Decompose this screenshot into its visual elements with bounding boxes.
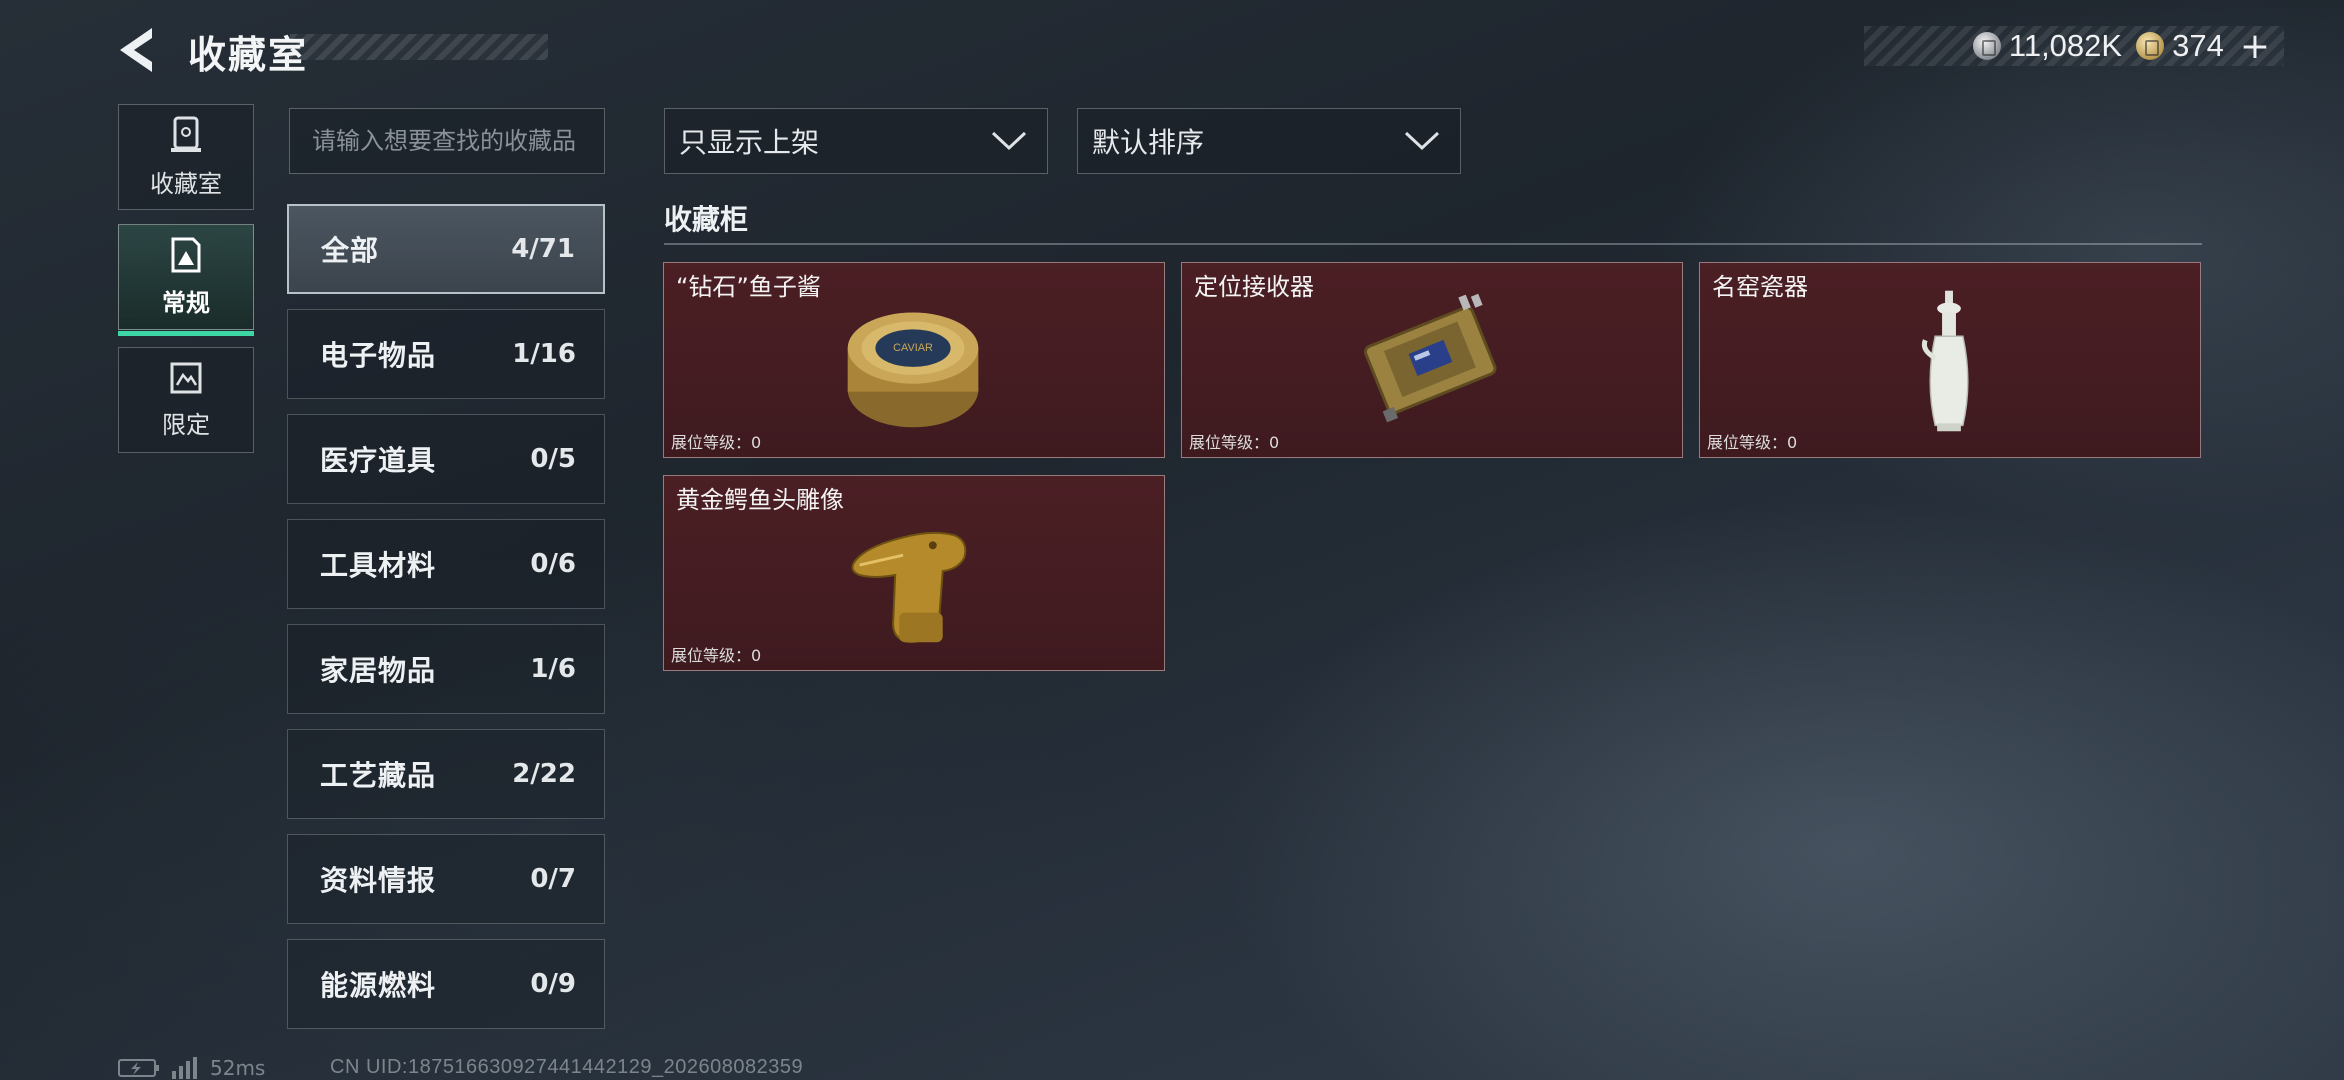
item-booth-level: 展位等级：0 [1707,433,1798,452]
item-card-caviar[interactable]: CAVIAR “钻石”鱼子酱 展位等级：0 [663,262,1165,458]
sort-value: 默认排序 [1092,126,1205,159]
signal-icon [172,1057,197,1079]
item-booth-level: 展位等级：0 [671,433,762,452]
page-title: 收藏室 [188,33,309,77]
category-count: 0/6 [530,549,576,579]
category-count: 0/9 [530,969,576,999]
gold-currency-value: 374 [2172,28,2224,63]
rail-tab-regular[interactable]: 常规 [118,224,254,336]
currency-bar: 11,082K 374 + [1864,26,2284,67]
category-count: 1/16 [512,339,576,369]
item-name: “钻石”鱼子酱 [676,273,821,301]
category-count: 0/7 [530,864,576,894]
gold-coin-icon [2136,32,2165,60]
svg-text:CAVIAR: CAVIAR [893,342,933,354]
category-count: 2/22 [512,759,576,789]
category-name: 全部 [321,234,380,267]
battery-icon [118,1059,159,1077]
category-name: 电子物品 [320,339,437,372]
category-medical[interactable]: 医疗道具 0/5 [287,414,605,504]
cabinet-title: 收藏柜 [664,203,749,236]
silver-coin-icon [1972,32,2001,60]
title-stripe-decoration [290,34,548,60]
item-card-porcelain[interactable]: 名窑瓷器 展位等级：0 [1699,262,2201,458]
category-all[interactable]: 全部 4/71 [287,204,605,294]
category-name: 能源燃料 [320,969,437,1002]
collection-room-icon [171,116,201,152]
user-uid: CN UID:187516630927441442129_20260808235… [330,1056,804,1078]
collection-search-input[interactable] [289,108,605,174]
category-name: 工艺藏品 [320,759,437,792]
category-name: 医疗道具 [320,444,437,477]
category-intel[interactable]: 资料情报 0/7 [287,834,605,924]
regular-icon [171,237,201,272]
display-filter-value: 只显示上架 [679,126,820,159]
category-name: 家居物品 [320,654,437,687]
silver-currency-value: 11,082K [2008,28,2123,63]
rail-tab-label: 收藏室 [150,169,222,198]
category-count: 4/71 [511,234,575,264]
chevron-down-icon [991,131,1027,151]
page-header: 收藏室 [170,26,550,77]
section-divider [664,243,2202,245]
item-booth-level: 展位等级：0 [671,646,762,665]
item-name: 定位接收器 [1194,273,1314,301]
category-count: 1/6 [530,654,576,684]
sort-dropdown[interactable]: 默认排序 [1077,108,1461,174]
item-booth-level: 展位等级：0 [1189,433,1280,452]
silver-currency: 11,082K [1972,28,2123,64]
item-card-golden-crocodile[interactable]: 黄金鳄鱼头雕像 展位等级：0 [663,475,1165,671]
back-button[interactable] [116,22,160,78]
item-name: 名窑瓷器 [1712,273,1808,301]
category-electronics[interactable]: 电子物品 1/16 [287,309,605,399]
rail-tab-label: 常规 [162,288,210,317]
rail-tab-label: 限定 [162,410,210,439]
gold-currency: 374 [2136,28,2224,64]
back-arrow-icon [120,28,152,72]
category-name: 资料情报 [320,864,437,897]
limited-icon [170,362,202,393]
rail-tab-limited[interactable]: 限定 [118,347,254,453]
ping-value: 52ms [210,1056,266,1080]
item-card-locator-receiver[interactable]: 定位接收器 展位等级：0 [1181,262,1683,458]
category-name: 工具材料 [320,549,437,582]
item-name: 黄金鳄鱼头雕像 [676,486,844,514]
status-footer: 52ms [118,1056,265,1080]
category-household[interactable]: 家居物品 1/6 [287,624,605,714]
chevron-down-icon [1404,131,1440,151]
category-energy[interactable]: 能源燃料 0/9 [287,939,605,1029]
rail-tab-collection-room[interactable]: 收藏室 [118,104,254,210]
category-crafts[interactable]: 工艺藏品 2/22 [287,729,605,819]
display-filter-dropdown[interactable]: 只显示上架 [664,108,1048,174]
category-tools[interactable]: 工具材料 0/6 [287,519,605,609]
add-currency-button[interactable]: + [2240,26,2270,67]
category-count: 0/5 [530,444,576,474]
